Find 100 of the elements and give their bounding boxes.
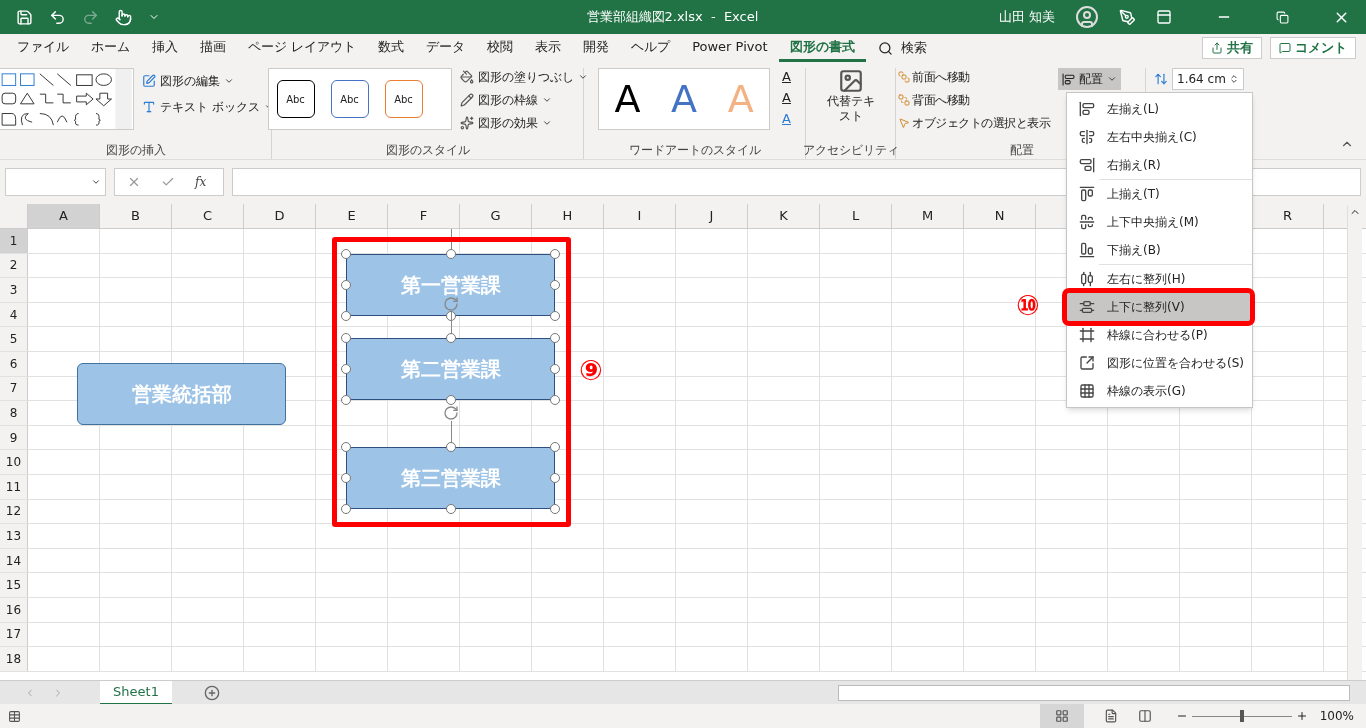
shape-format-button[interactable]: 図形の枠線 bbox=[477, 91, 538, 109]
search-icon[interactable] bbox=[877, 40, 893, 56]
row-header[interactable]: 1 bbox=[0, 229, 28, 253]
row-header[interactable]: 12 bbox=[0, 499, 28, 524]
edit-shape-button[interactable]: 図形の編集 bbox=[160, 72, 221, 90]
zoom-in-icon[interactable] bbox=[1295, 710, 1308, 722]
column-header[interactable]: H bbox=[532, 204, 604, 228]
row-header[interactable]: 15 bbox=[0, 573, 28, 597]
text-format-button[interactable]: A bbox=[782, 89, 791, 106]
column-header[interactable]: M bbox=[892, 204, 964, 228]
macro-record-icon[interactable] bbox=[8, 709, 21, 723]
sheet-tab[interactable]: Sheet1 bbox=[100, 680, 172, 705]
menu-item[interactable]: 上下中央揃え(M) bbox=[1067, 208, 1252, 236]
resize-handle[interactable] bbox=[550, 473, 560, 483]
ribbon-tab[interactable]: ファイル bbox=[6, 34, 80, 62]
resize-handle[interactable] bbox=[445, 395, 456, 405]
menu-item[interactable]: 枠線の表示(G) bbox=[1067, 377, 1252, 405]
column-header[interactable]: N bbox=[964, 204, 1036, 228]
row-header[interactable]: 16 bbox=[0, 597, 28, 622]
page-break-icon[interactable] bbox=[1137, 709, 1152, 723]
zoom-slider-thumb[interactable] bbox=[1239, 709, 1244, 722]
wordart-preset[interactable]: A bbox=[671, 80, 698, 118]
shape-format-button[interactable]: 図形の効果 bbox=[477, 114, 538, 132]
row-header[interactable]: 8 bbox=[0, 401, 28, 425]
share-button[interactable]: 共有 bbox=[1202, 37, 1262, 59]
style-preset[interactable]: Abc bbox=[384, 80, 423, 118]
effects-icon[interactable] bbox=[459, 116, 474, 130]
menu-item[interactable]: 左右中央揃え(C) bbox=[1067, 123, 1252, 151]
column-header[interactable]: L bbox=[820, 204, 892, 228]
resize-handle[interactable] bbox=[341, 473, 351, 483]
column-header[interactable]: A bbox=[28, 204, 100, 228]
menu-item[interactable]: 枠線に合わせる(P) bbox=[1067, 321, 1252, 349]
touch-mode-icon[interactable] bbox=[115, 8, 132, 26]
resize-handle[interactable] bbox=[341, 442, 351, 452]
row-header[interactable]: 6 bbox=[0, 351, 28, 376]
style-preset[interactable]: Abc bbox=[330, 80, 369, 118]
search-label[interactable]: 検索 bbox=[900, 38, 927, 58]
undo-icon[interactable] bbox=[49, 8, 66, 26]
row-header[interactable]: 4 bbox=[0, 302, 28, 327]
resize-handle[interactable] bbox=[341, 395, 351, 405]
arrange-button[interactable]: 前面へ移動 bbox=[912, 68, 970, 86]
resize-handle[interactable] bbox=[550, 442, 560, 452]
ribbon-tab[interactable]: 挿入 bbox=[141, 34, 189, 62]
resize-handle[interactable] bbox=[550, 249, 560, 259]
resize-handle[interactable] bbox=[341, 333, 351, 343]
column-header[interactable]: E bbox=[316, 204, 388, 228]
resize-handle[interactable] bbox=[445, 504, 456, 514]
resize-handle[interactable] bbox=[341, 504, 351, 514]
row-header[interactable]: 3 bbox=[0, 278, 28, 302]
resize-handle[interactable] bbox=[341, 280, 351, 290]
column-header[interactable]: J bbox=[676, 204, 748, 228]
height-field[interactable]: 1.64 cm bbox=[1172, 68, 1244, 90]
text-format-button[interactable]: A bbox=[782, 68, 791, 85]
resize-handle[interactable] bbox=[341, 311, 351, 321]
cancel-icon[interactable] bbox=[127, 175, 141, 189]
text-format-button[interactable]: A bbox=[782, 110, 791, 127]
resize-handle[interactable] bbox=[445, 249, 456, 259]
rotate-handle-icon[interactable] bbox=[442, 405, 459, 421]
resize-handle[interactable] bbox=[550, 364, 560, 374]
column-header[interactable]: G bbox=[460, 204, 532, 228]
text-box-button[interactable]: テキスト ボックス bbox=[160, 98, 260, 116]
row-header[interactable]: 7 bbox=[0, 376, 28, 401]
pen-icon[interactable] bbox=[1119, 8, 1136, 26]
row-header[interactable]: 10 bbox=[0, 450, 28, 474]
bring-forward-icon[interactable] bbox=[898, 71, 910, 83]
row-header[interactable]: 2 bbox=[0, 253, 28, 278]
column-header[interactable]: B bbox=[100, 204, 172, 228]
style-preset[interactable]: Abc bbox=[276, 80, 315, 118]
row-header[interactable]: 17 bbox=[0, 622, 28, 647]
ribbon-tab[interactable]: 数式 bbox=[367, 34, 416, 62]
comment-button[interactable]: コメント bbox=[1270, 37, 1356, 59]
menu-item[interactable]: 上揃え(T) bbox=[1067, 180, 1252, 208]
resize-handle[interactable] bbox=[550, 504, 560, 514]
horizontal-scrollbar[interactable] bbox=[838, 684, 1350, 701]
paint-bucket-icon[interactable] bbox=[459, 70, 474, 84]
add-sheet-icon[interactable] bbox=[204, 684, 220, 701]
edit-shape-icon[interactable] bbox=[142, 74, 157, 88]
send-backward-icon[interactable] bbox=[898, 94, 910, 106]
alt-text-icon[interactable] bbox=[837, 68, 864, 94]
column-header[interactable]: F bbox=[388, 204, 460, 228]
ribbon-tab[interactable]: データ bbox=[415, 34, 477, 62]
row-header[interactable]: 13 bbox=[0, 524, 28, 548]
ribbon-tab[interactable]: 校閲 bbox=[476, 34, 525, 62]
rotate-handle-icon[interactable] bbox=[442, 296, 459, 312]
resize-handle[interactable] bbox=[341, 364, 351, 374]
ribbon-tab[interactable]: 表示 bbox=[524, 34, 573, 62]
normal-view-icon[interactable] bbox=[1054, 709, 1069, 723]
column-header[interactable]: D bbox=[244, 204, 316, 228]
menu-item[interactable]: 図形に位置を合わせる(S) bbox=[1067, 349, 1252, 377]
avatar-icon[interactable] bbox=[1075, 5, 1099, 29]
menu-item[interactable]: 下揃え(B) bbox=[1067, 236, 1252, 264]
ribbon-tab[interactable]: 描画 bbox=[189, 34, 237, 62]
resize-handle[interactable] bbox=[445, 333, 456, 343]
arrange-button[interactable]: 背面へ移動 bbox=[912, 91, 970, 109]
row-header[interactable]: 11 bbox=[0, 474, 28, 499]
column-header[interactable]: C bbox=[172, 204, 244, 228]
ribbon-tab[interactable]: Power Pivot bbox=[681, 34, 779, 62]
ribbon-tab[interactable]: 開発 bbox=[572, 34, 621, 62]
resize-handle[interactable] bbox=[341, 249, 351, 259]
shape-gallery-drawing[interactable] bbox=[0, 68, 135, 130]
